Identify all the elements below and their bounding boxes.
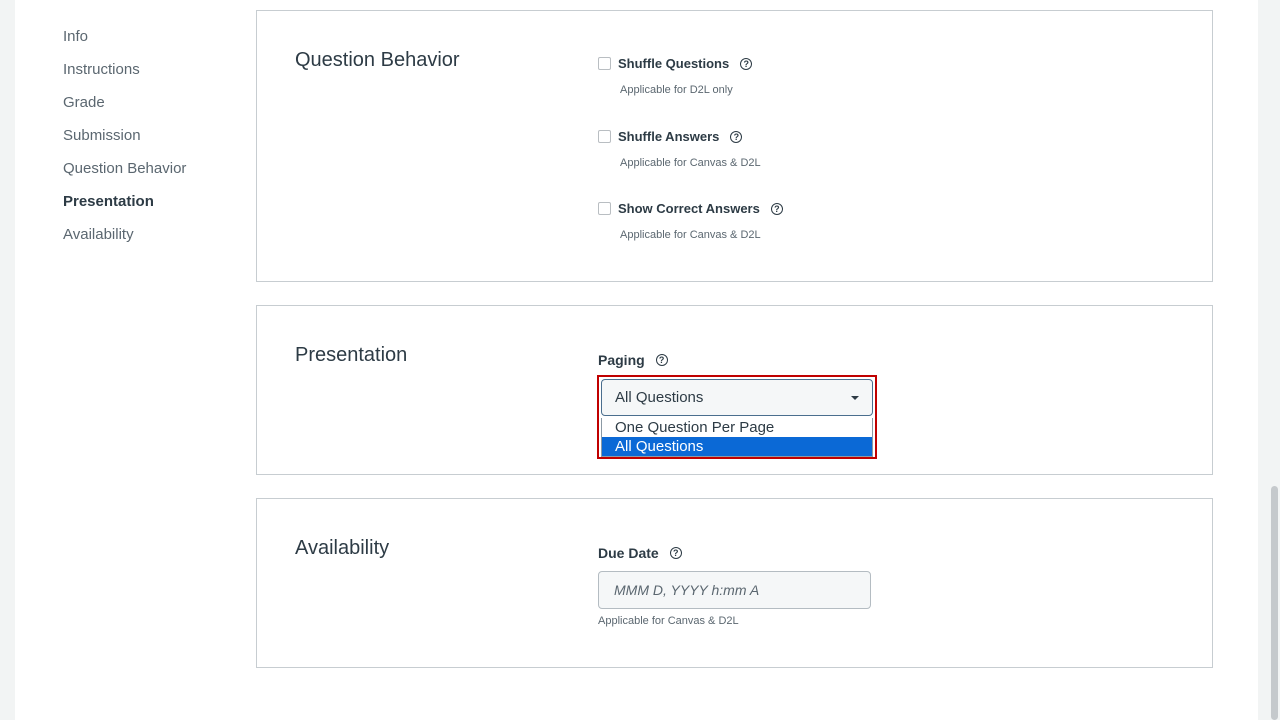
availability-title: Availability [295, 537, 390, 559]
question-circle-icon[interactable]: ? [740, 57, 753, 70]
paging-select[interactable]: All Questions [601, 379, 873, 416]
presentation-title: Presentation [295, 344, 408, 366]
question-circle-icon[interactable]: ? [730, 130, 743, 143]
nav-item-instructions[interactable]: Instructions [63, 59, 243, 92]
nav-item-question-behavior[interactable]: Question Behavior [63, 158, 243, 191]
nav-item-info[interactable]: Info [63, 26, 243, 59]
shuffle-answers-hint: Applicable for Canvas & D2L [620, 157, 761, 169]
shuffle-answers-row: Shuffle Answers ? [598, 129, 743, 144]
due-date-hint: Applicable for Canvas & D2L [598, 615, 739, 627]
shuffle-questions-row: Shuffle Questions ? [598, 56, 753, 71]
paging-options-list: One Question Per Page All Questions [601, 418, 873, 457]
question-circle-icon[interactable]: ? [669, 547, 682, 559]
shuffle-questions-checkbox[interactable] [598, 57, 611, 70]
nav-item-availability[interactable]: Availability [63, 224, 243, 257]
presentation-section: Presentation Paging ? All Questions One … [256, 305, 1213, 475]
due-date-label-text: Due Date [598, 545, 659, 561]
section-nav: Info Instructions Grade Submission Quest… [63, 26, 243, 257]
show-correct-answers-row: Show Correct Answers ? [598, 201, 783, 216]
paging-option-all-questions[interactable]: All Questions [602, 437, 872, 456]
paging-select-highlight: All Questions One Question Per Page All … [597, 375, 877, 459]
caret-down-icon [851, 396, 859, 400]
nav-item-submission[interactable]: Submission [63, 125, 243, 158]
paging-label: Paging ? [598, 352, 668, 368]
nav-item-grade[interactable]: Grade [63, 92, 243, 125]
question-circle-icon[interactable]: ? [655, 354, 668, 366]
availability-section: Availability Due Date ? MMM D, YYYY h:mm… [256, 498, 1213, 668]
paging-option-one-per-page[interactable]: One Question Per Page [602, 418, 872, 437]
show-correct-answers-label[interactable]: Show Correct Answers [618, 201, 760, 216]
scrollbar-thumb[interactable] [1271, 486, 1278, 720]
shuffle-answers-checkbox[interactable] [598, 130, 611, 143]
shuffle-questions-hint: Applicable for D2L only [620, 84, 733, 96]
show-correct-answers-hint: Applicable for Canvas & D2L [620, 229, 761, 241]
shuffle-answers-label[interactable]: Shuffle Answers [618, 129, 719, 144]
question-circle-icon[interactable]: ? [770, 202, 783, 215]
question-behavior-section: Question Behavior Shuffle Questions ? Ap… [256, 10, 1213, 282]
shuffle-questions-label[interactable]: Shuffle Questions [618, 56, 729, 71]
nav-item-presentation[interactable]: Presentation [63, 191, 243, 224]
due-date-input[interactable]: MMM D, YYYY h:mm A [598, 571, 871, 609]
paging-select-value: All Questions [615, 389, 704, 406]
paging-label-text: Paging [598, 352, 645, 368]
question-behavior-title: Question Behavior [295, 49, 460, 71]
show-correct-answers-checkbox[interactable] [598, 202, 611, 215]
due-date-label: Due Date ? [598, 545, 682, 561]
